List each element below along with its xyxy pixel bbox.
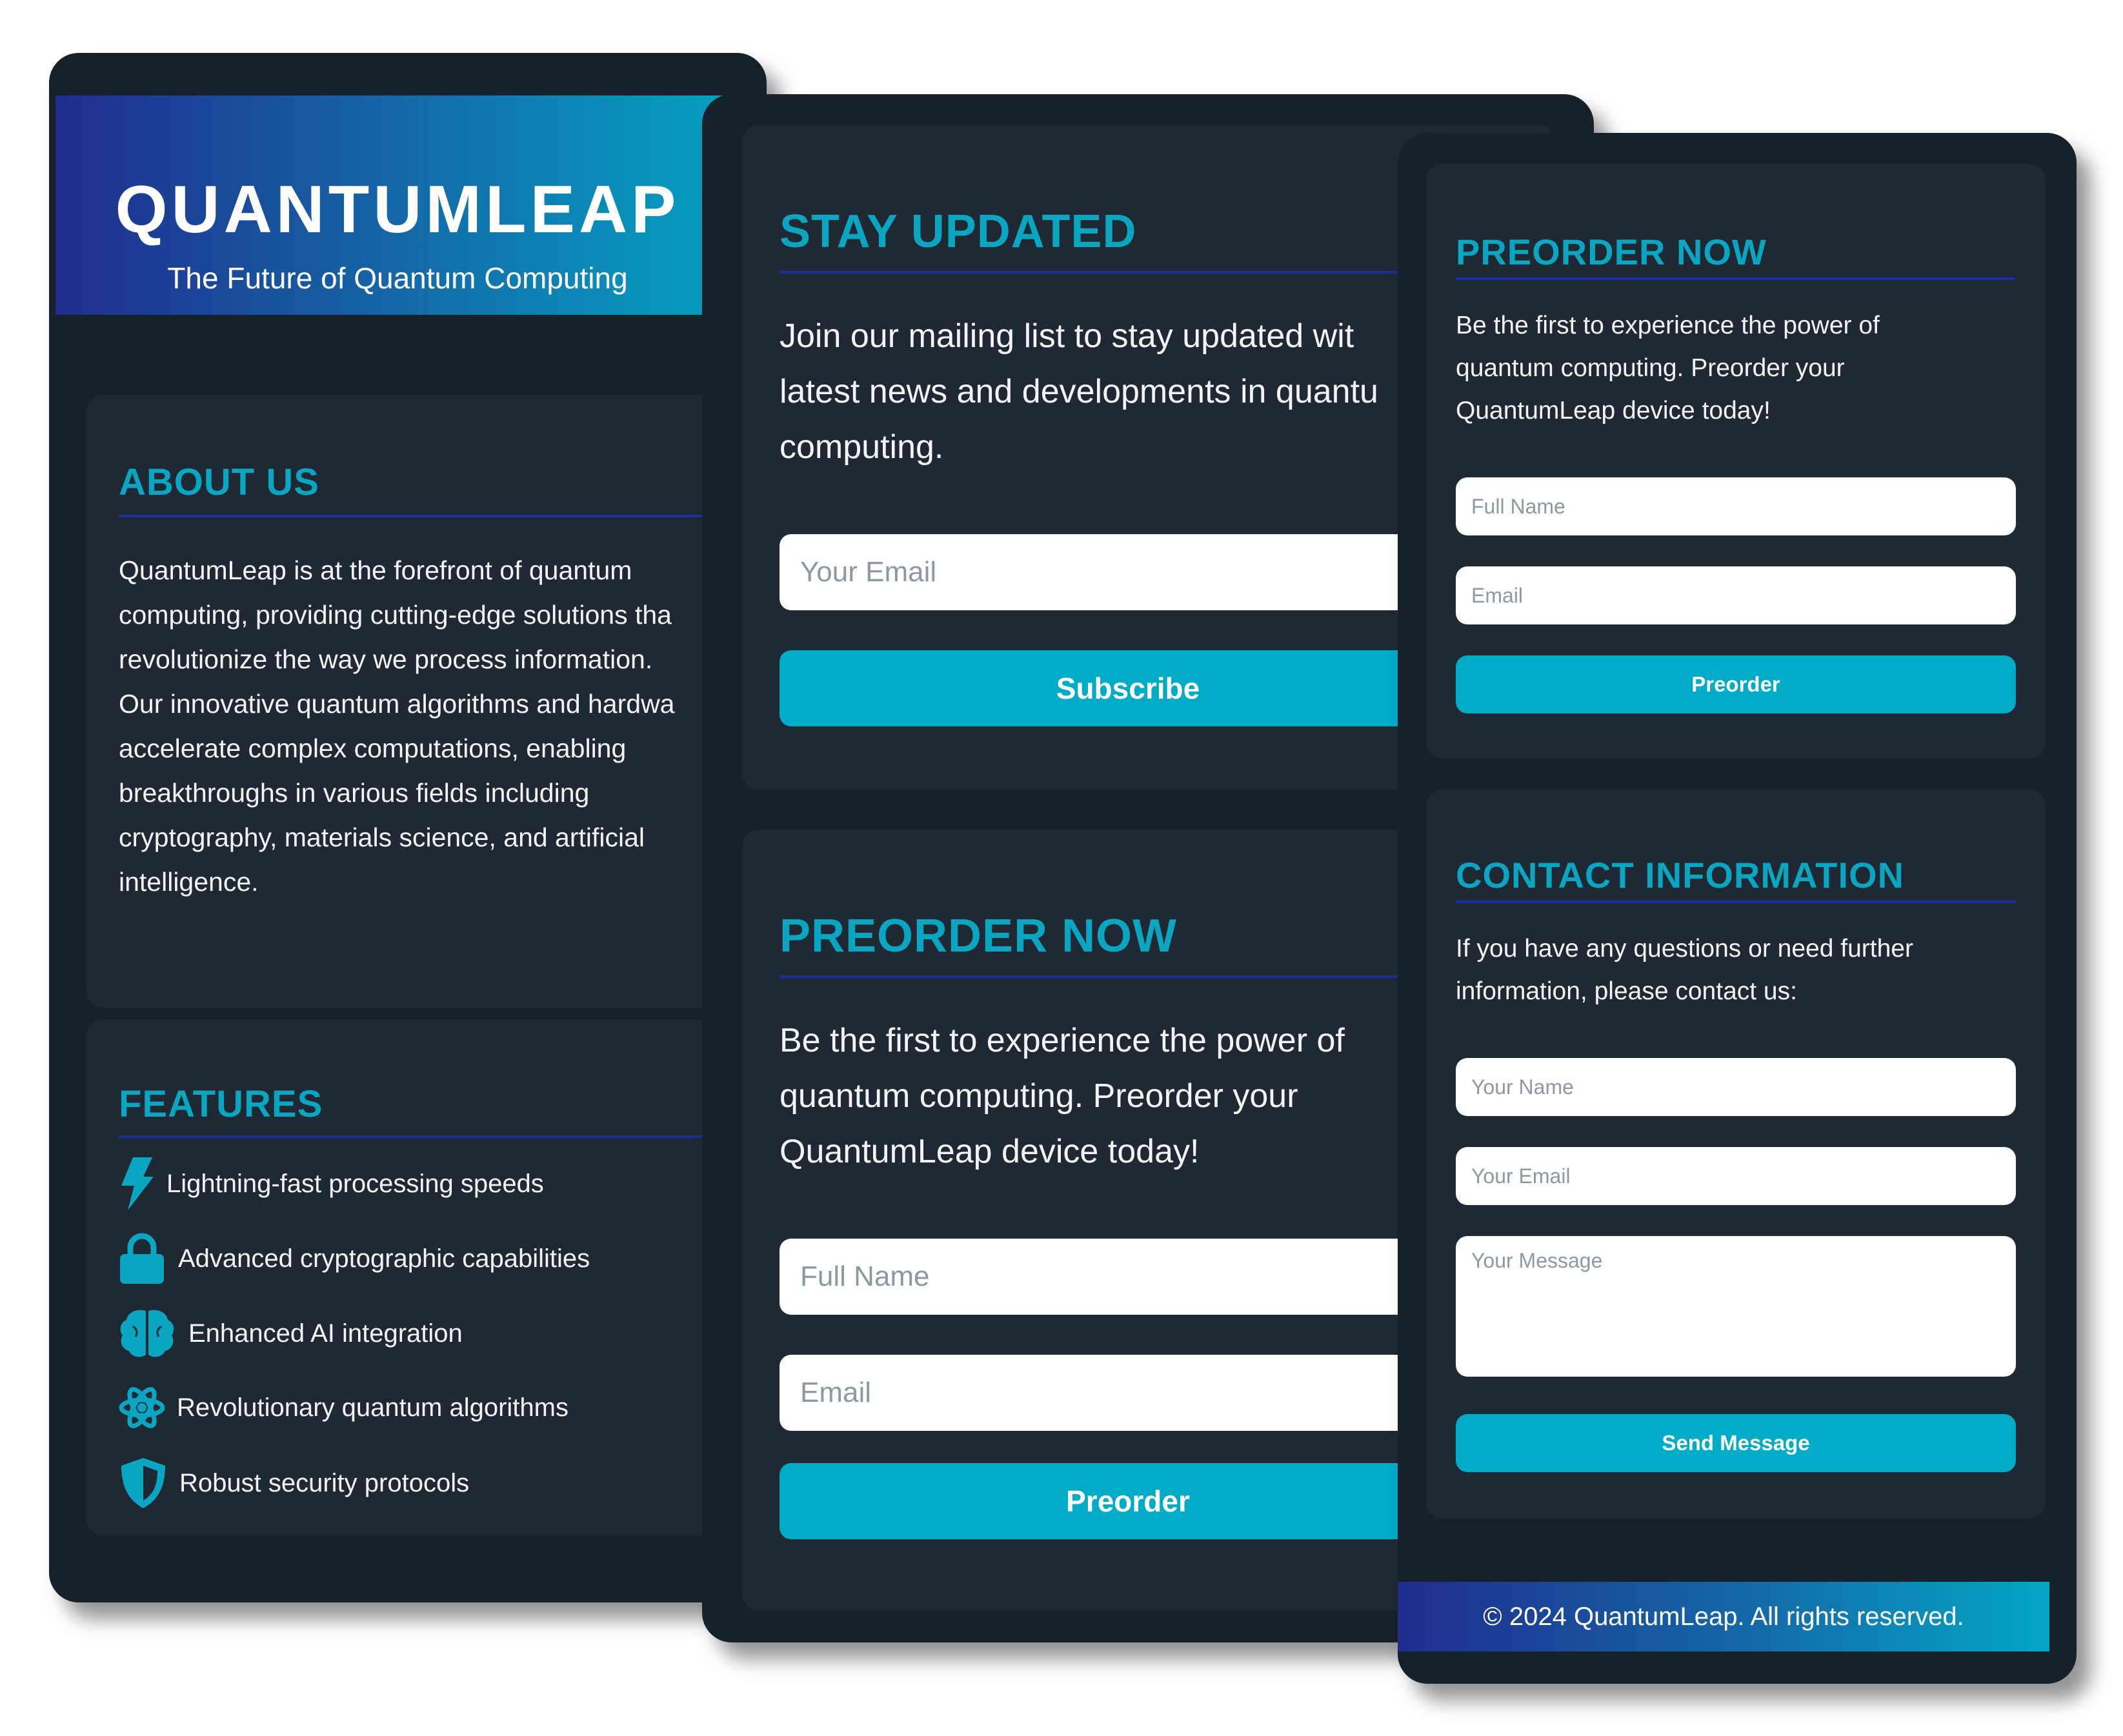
newsletter-line: Join our mailing list to stay updated wi… xyxy=(780,317,1354,355)
feature-label: Revolutionary quantum algorithms xyxy=(177,1393,568,1422)
newsletter-text: Join our mailing list to stay updated wi… xyxy=(780,308,1378,475)
preorder-email-input[interactable]: Email xyxy=(780,1355,1489,1431)
email-placeholder: Email xyxy=(800,1377,872,1408)
preorder-line: quantum computing. Preorder your xyxy=(1456,354,1845,382)
contact-card: CONTACT INFORMATION If you have any ques… xyxy=(1426,790,2046,1519)
feature-item: Revolutionary quantum algorithms xyxy=(119,1382,568,1433)
feature-label: Robust security protocols xyxy=(179,1468,470,1497)
email-placeholder: Email xyxy=(1471,583,1524,607)
newsletter-line: computing. xyxy=(780,428,944,466)
subscribe-label: Subscribe xyxy=(1056,672,1200,705)
preorder-text: Be the first to experience the power of … xyxy=(780,1013,1345,1179)
preorder-line: Be the first to experience the power of xyxy=(780,1022,1345,1059)
contact-email-input[interactable]: Your Email xyxy=(1456,1147,2016,1205)
newsletter-divider xyxy=(780,271,1425,274)
preorder-name-input[interactable]: Full Name xyxy=(780,1239,1489,1315)
newsletter-title: STAY UPDATED xyxy=(780,206,1137,257)
preorder-divider-small xyxy=(1456,277,2016,280)
features-divider xyxy=(119,1135,745,1138)
about-title: ABOUT US xyxy=(119,461,319,503)
preorder-name-input-small[interactable]: Full Name xyxy=(1456,477,2016,535)
full-name-placeholder: Full Name xyxy=(1471,494,1565,518)
feature-item: Robust security protocols xyxy=(119,1457,469,1510)
feature-label: Advanced cryptographic capabilities xyxy=(178,1244,590,1273)
feature-item: Enhanced AI integration xyxy=(119,1307,463,1360)
copyright-text: © 2024 QuantumLeap. All rights reserved. xyxy=(1483,1602,1964,1631)
preorder-line: Be the first to experience the power of xyxy=(1456,312,1880,339)
send-message-label: Send Message xyxy=(1662,1431,1810,1455)
preorder-label: Preorder xyxy=(1066,1484,1190,1518)
page-footer: © 2024 QuantumLeap. All rights reserved. xyxy=(1398,1582,2049,1651)
about-line: breakthroughs in various fields includin… xyxy=(119,778,590,808)
atom-icon xyxy=(119,1387,165,1428)
about-text: QuantumLeap is at the forefront of quant… xyxy=(119,548,674,904)
preorder-line: QuantumLeap device today! xyxy=(1456,397,1771,424)
about-line: cryptography, materials science, and art… xyxy=(119,823,645,852)
hero-header: QUANTUMLEAP The Future of Quantum Comput… xyxy=(55,95,767,315)
full-name-placeholder: Full Name xyxy=(800,1261,930,1292)
email-placeholder: Your Email xyxy=(1471,1164,1571,1188)
about-line: Our innovative quantum algorithms and ha… xyxy=(119,689,675,719)
about-card: ABOUT US QuantumLeap is at the forefront… xyxy=(86,395,745,1008)
newsletter-email-input[interactable]: Your Email xyxy=(780,534,1489,610)
about-line: computing, providing cutting-edge soluti… xyxy=(119,600,672,630)
preorder-label: Preorder xyxy=(1691,672,1780,696)
feature-item: Lightning-fast processing speeds xyxy=(119,1157,544,1210)
preorder-email-input-small[interactable]: Email xyxy=(1456,566,2016,624)
newsletter-line: latest news and developments in quantu xyxy=(780,373,1378,410)
feature-label: Lightning-fast processing speeds xyxy=(166,1169,544,1198)
preorder-button-small[interactable]: Preorder xyxy=(1456,655,2016,713)
message-placeholder: Your Message xyxy=(1471,1249,1603,1272)
about-window: QUANTUMLEAP The Future of Quantum Comput… xyxy=(49,53,767,1602)
contact-message-textarea[interactable]: Your Message xyxy=(1456,1236,2016,1377)
about-line: revolutionize the way we process informa… xyxy=(119,644,653,674)
name-placeholder: Your Name xyxy=(1471,1075,1574,1099)
preorder-text-small: Be the first to experience the power of … xyxy=(1456,304,1880,432)
contact-text: If you have any questions or need furthe… xyxy=(1456,928,1913,1013)
features-title: FEATURES xyxy=(119,1083,323,1125)
preorder-card-small: PREORDER NOW Be the first to experience … xyxy=(1426,164,2046,759)
preorder-line: quantum computing. Preorder your xyxy=(780,1077,1298,1115)
contact-divider xyxy=(1456,901,2016,903)
contact-window: PREORDER NOW Be the first to experience … xyxy=(1398,133,2077,1684)
contact-line: information, please contact us: xyxy=(1456,977,1797,1005)
lock-icon xyxy=(120,1233,164,1284)
send-message-button[interactable]: Send Message xyxy=(1456,1414,2016,1472)
preorder-title: PREORDER NOW xyxy=(780,910,1178,962)
about-line: intelligence. xyxy=(119,867,259,897)
lightning-bolt-icon xyxy=(121,1157,154,1210)
brand-title: QUANTUMLEAP xyxy=(115,172,680,247)
preorder-divider xyxy=(780,975,1425,978)
contact-line: If you have any questions or need furthe… xyxy=(1456,935,1913,963)
contact-name-input[interactable]: Your Name xyxy=(1456,1058,2016,1116)
brand-tagline: The Future of Quantum Computing xyxy=(167,261,628,295)
about-divider xyxy=(119,515,745,517)
shield-icon xyxy=(121,1458,165,1508)
preorder-line: QuantumLeap device today! xyxy=(780,1133,1200,1170)
feature-label: Enhanced AI integration xyxy=(188,1319,463,1348)
brain-icon xyxy=(120,1310,174,1357)
contact-title: CONTACT INFORMATION xyxy=(1456,855,1905,895)
stage: QUANTUMLEAP The Future of Quantum Comput… xyxy=(0,0,2123,1736)
feature-item: Advanced cryptographic capabilities xyxy=(119,1232,590,1285)
about-line: accelerate complex computations, enablin… xyxy=(119,733,627,763)
about-line: QuantumLeap is at the forefront of quant… xyxy=(119,555,632,585)
preorder-title-small: PREORDER NOW xyxy=(1456,232,1767,272)
email-placeholder: Your Email xyxy=(800,556,937,588)
